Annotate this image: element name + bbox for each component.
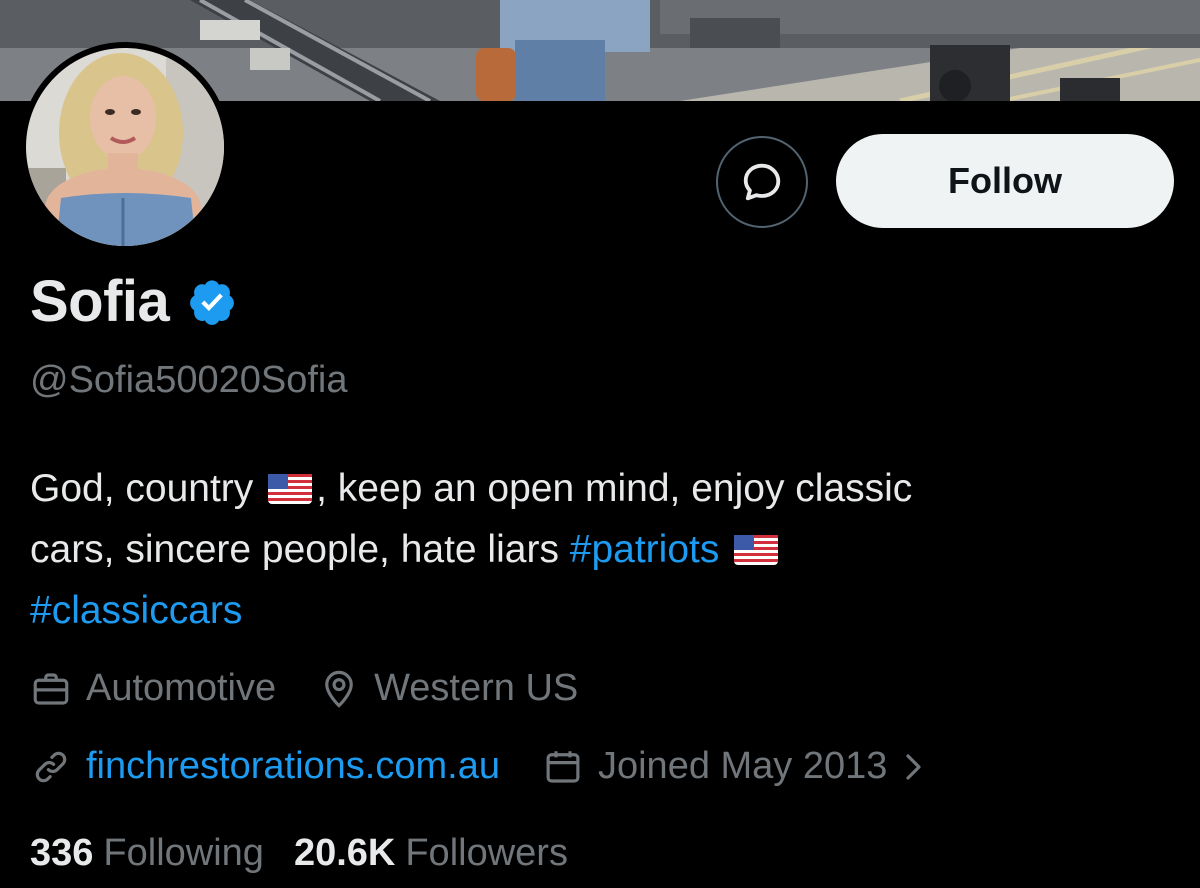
followers-count: 20.6K [293,832,396,874]
profile-meta-row-2: finchrestorations.com.au Joined May 2013 [30,745,969,788]
link-icon [30,746,72,788]
following-label: Following [103,832,264,874]
bio-text: cars, sincere people, hate liars [30,528,570,571]
profile-website[interactable]: finchrestorations.com.au [30,745,500,788]
profile-bio: God, country , keep an open mind, enjoy … [30,458,1170,641]
bio-text: God, country [30,467,254,510]
profile-location: Western US [318,667,578,710]
follow-stats: 336 Following 20.6K Followers [30,832,598,875]
avatar-image [26,48,224,246]
calendar-icon [542,746,584,788]
category-label: Automotive [86,667,277,709]
hashtag-link-patriots[interactable]: #patriots [570,528,720,571]
location-pin-icon [318,668,360,710]
message-button[interactable] [716,136,808,228]
bio-text: , keep an open mind, enjoy classic [316,467,913,510]
following-stat[interactable]: 336 Following [30,832,264,875]
profile-meta-row-1: Automotive Western US [30,667,620,710]
profile-handle: @Sofia50020Sofia [30,359,348,401]
joined-label: Joined May 2013 [597,745,888,787]
chevron-right-icon [901,750,927,784]
hashtag-link-classiccars[interactable]: #classiccars [30,589,242,632]
briefcase-icon [30,668,72,710]
display-name: Sofia [30,269,170,334]
name-row: Sofia [30,268,237,335]
us-flag-emoji-icon [268,474,313,504]
profile-joined[interactable]: Joined May 2013 [542,745,927,788]
message-icon [743,163,781,201]
website-link[interactable]: finchrestorations.com.au [86,745,500,788]
location-label: Western US [374,667,579,709]
followers-label: Followers [405,832,568,874]
profile-category: Automotive [30,667,276,710]
verified-badge-icon[interactable] [187,277,237,327]
following-count: 336 [30,832,94,874]
follow-button[interactable]: Follow [836,134,1174,228]
us-flag-emoji-icon [734,535,779,565]
profile-avatar[interactable] [20,42,230,252]
followers-stat[interactable]: 20.6K Followers [294,832,568,875]
